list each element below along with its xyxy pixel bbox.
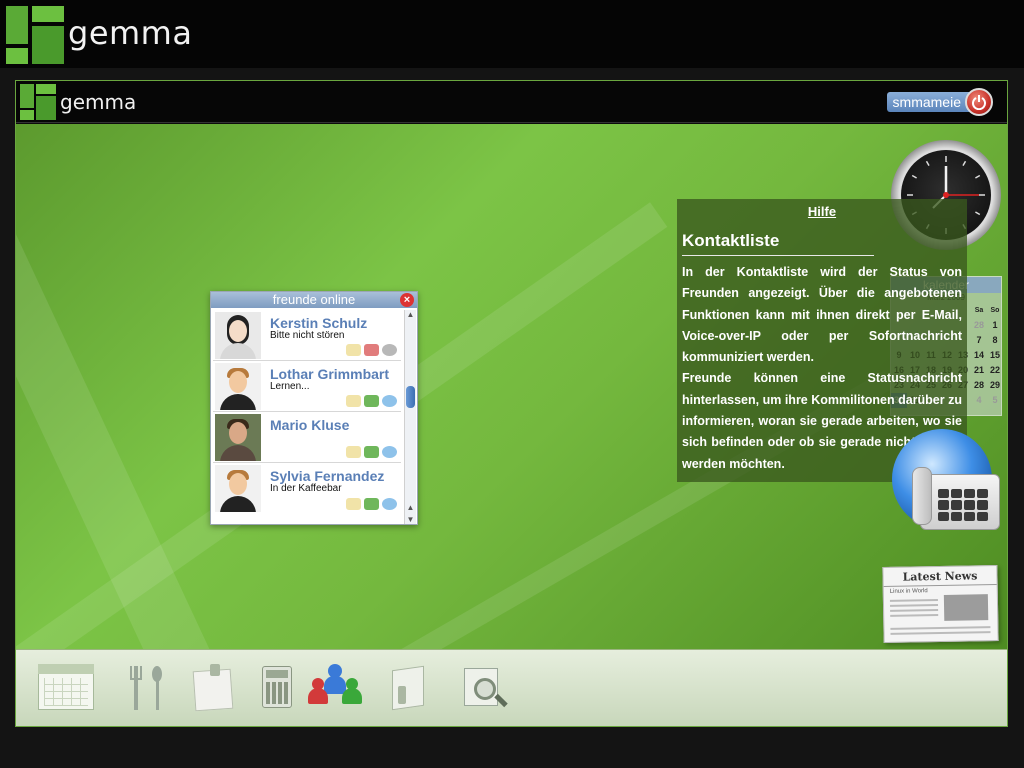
phone-icon[interactable] <box>364 344 379 356</box>
avatar <box>215 465 261 512</box>
phone-icon[interactable] <box>364 498 379 510</box>
inner-logo-text: gemma <box>60 90 137 114</box>
contact-status: In der Kaffeebar <box>270 483 342 494</box>
phone-icon[interactable] <box>364 446 379 458</box>
help-heading: Kontaktliste <box>682 231 874 256</box>
chat-icon[interactable] <box>382 395 397 407</box>
username-label: smmameie <box>886 92 969 112</box>
contact-name: Kerstin Schulz <box>270 315 368 331</box>
logout-power-button[interactable] <box>965 88 993 116</box>
power-icon <box>972 95 986 110</box>
voip-phone-widget[interactable] <box>890 429 1005 539</box>
contact-item[interactable]: Kerstin Schulz Bitte nicht stören <box>213 310 401 361</box>
contact-item[interactable]: Lothar Grimmbart Lernen... <box>213 361 401 412</box>
help-link[interactable]: Hilfe <box>682 204 962 219</box>
contacts-window-title[interactable]: freunde online × <box>211 292 417 308</box>
news-title: Latest News <box>883 569 997 587</box>
dock <box>16 649 1007 726</box>
email-icon[interactable] <box>346 344 361 356</box>
contacts-window[interactable]: freunde online × Kerstin Schulz Bitte ni… <box>210 291 418 525</box>
chat-icon[interactable] <box>382 498 397 510</box>
latest-news-widget[interactable]: Latest News Linux in World <box>882 565 999 643</box>
search-icon[interactable] <box>456 660 516 716</box>
cutlery-icon[interactable] <box>116 660 176 716</box>
notes-icon[interactable] <box>184 660 244 716</box>
scroll-up-icon[interactable]: ▲ <box>405 310 416 319</box>
avatar <box>215 414 261 461</box>
scroll-thumb[interactable] <box>406 386 415 408</box>
outer-header: gemma <box>0 0 1024 68</box>
avatar <box>215 312 261 359</box>
chat-icon[interactable] <box>382 446 397 458</box>
scroll-up-icon[interactable]: ▲ <box>405 503 416 512</box>
files-icon[interactable] <box>378 660 438 716</box>
contact-name: Lothar Grimmbart <box>270 366 390 382</box>
people-icon[interactable] <box>306 660 366 716</box>
contacts-title-label: freunde online <box>272 292 356 307</box>
calculator-icon[interactable] <box>248 660 308 716</box>
email-icon[interactable] <box>346 498 361 510</box>
outer-logo-text: gemma <box>68 14 193 52</box>
desktop: freunde online × Kerstin Schulz Bitte ni… <box>16 124 1007 649</box>
email-icon[interactable] <box>346 395 361 407</box>
app-frame: gemma smmameie freunde online × Kerstin … <box>15 80 1008 727</box>
scroll-down-icon[interactable]: ▼ <box>405 515 416 524</box>
user-badge: smmameie <box>886 88 993 116</box>
contact-name: Sylvia Fernandez <box>270 468 385 484</box>
handset-icon <box>912 467 932 525</box>
help-paragraph-1: In der Kontaktliste wird der Status von … <box>682 265 962 365</box>
avatar <box>215 363 261 410</box>
keypad-icon <box>938 489 988 521</box>
contact-name: Mario Kluse <box>270 417 350 433</box>
close-icon[interactable]: × <box>400 293 414 307</box>
phone-icon[interactable] <box>364 395 379 407</box>
gemma-logo-icon <box>6 6 64 64</box>
gemma-small-logo-icon <box>20 84 56 120</box>
inner-header: gemma smmameie <box>16 81 1007 123</box>
chat-icon[interactable] <box>382 344 397 356</box>
contact-item[interactable]: Sylvia Fernandez In der Kaffeebar <box>213 463 401 514</box>
contact-status: Lernen... <box>270 381 310 392</box>
email-icon[interactable] <box>346 446 361 458</box>
contact-status: Bitte nicht stören <box>270 330 345 341</box>
news-image-icon <box>943 594 989 621</box>
calendar-icon[interactable] <box>36 660 96 716</box>
contacts-scrollbar[interactable]: ▲ ▲ ▼ <box>404 310 416 524</box>
contact-list: Kerstin Schulz Bitte nicht stören Lothar <box>213 310 401 514</box>
contact-item[interactable]: Mario Kluse <box>213 412 401 463</box>
